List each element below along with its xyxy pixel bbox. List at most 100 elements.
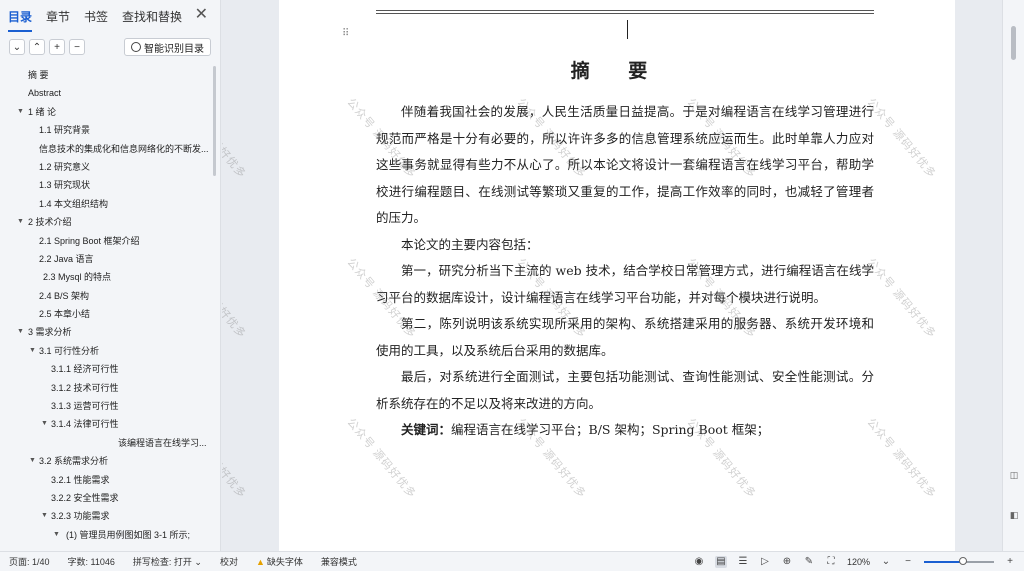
toc-list: 摘 要 Abstract ▼ 1 绪 论 1.1 研究背景信息技术的集成化和信息网络化的… — [0, 66, 214, 546]
toc-item-label: 摘 要 — [28, 70, 49, 80]
toc-item-label: (1) 管理员用例图如图 3-1 所示; — [66, 529, 191, 540]
add-level-button[interactable]: + — [49, 39, 65, 55]
toc-item[interactable]: 2.2 Java 语言 — [0, 250, 214, 268]
missing-font-button[interactable]: ▲ 缺失字体 — [247, 555, 312, 568]
expand-all-button[interactable]: ⌃ — [29, 39, 45, 55]
spellcheck-toggle[interactable]: 拼写检查: 打开 ⌄ — [124, 555, 211, 568]
toggle-arrow-icon[interactable]: ▼ — [41, 415, 48, 433]
toc-item[interactable]: ▼ 3.2 系统需求分析 — [0, 452, 214, 470]
pen-icon[interactable]: ✎ — [803, 556, 815, 568]
zoom-level[interactable]: 120% — [847, 557, 870, 567]
toc-item-label: 3.2.1 性能需求 — [51, 474, 110, 485]
toc-item[interactable]: 2.3 Mysql 的特点 — [0, 268, 214, 286]
panel-icon[interactable]: ◫ — [1009, 470, 1019, 480]
paragraph: 第一，研究分析当下主流的 web 技术，结合学校日常管理方式，进行编程语言在线学… — [376, 263, 874, 305]
toc-item[interactable]: 3.1.3 运营可行性 — [0, 397, 214, 415]
zoom-slider-knob[interactable] — [958, 556, 967, 565]
toc-item-label: 1.4 本文组织结构 — [39, 198, 109, 209]
toggle-arrow-icon[interactable]: ▼ — [17, 103, 24, 121]
watermark: 公众号 源码好优多 — [222, 96, 249, 181]
paragraph: 第二，陈列说明该系统实现所采用的架构、系统搭建采用的服务器、系统开发环境和使用的… — [376, 316, 874, 358]
zoom-in-icon[interactable]: + — [1004, 556, 1016, 568]
toggle-arrow-icon[interactable]: ▼ — [41, 507, 48, 525]
toc-item-label: 3.1.1 经济可行性 — [51, 364, 119, 375]
toc-item-label: 3.1.3 运营可行性 — [51, 401, 119, 412]
view-controls: ◉ ▤ ☰ ▷ ⊕ ✎ ⛶ 120% ⌄ − + — [693, 552, 1024, 571]
abstract-body: 伴随着我国社会的发展，人民生活质量日益提高。于是对编程语言在线学习管理进行规范而… — [376, 99, 874, 444]
zoom-slider[interactable] — [924, 556, 994, 565]
toc-item[interactable]: ▼ 3.1 可行性分析 — [0, 342, 214, 360]
toc-scrollbar[interactable] — [213, 66, 216, 176]
zoom-out-icon[interactable]: − — [902, 556, 914, 568]
panel-icon[interactable]: ◧ — [1009, 510, 1019, 520]
smart-toc-label: 智能识别目录 — [144, 43, 204, 55]
toc-item[interactable]: ▼ 3 需求分析 — [0, 323, 214, 341]
toc-item-label: 2.1 Spring Boot 框架介绍 — [39, 235, 140, 246]
toc-item[interactable]: 3.2.2 安全性需求 — [0, 489, 214, 507]
toc-item[interactable]: ▼ 3.1.4 法律可行性 — [0, 415, 214, 433]
paragraph: 最后，对系统进行全面测试，主要包括功能测试、查询性能测试、安全性能测试。分析系统… — [376, 369, 874, 411]
toc-item-label: 信息技术的集成化和信息网络化的不断发... — [39, 143, 209, 154]
toc-item[interactable]: 2.4 B/S 架构 — [0, 287, 214, 305]
toc-item[interactable]: ▼ (1) 管理员用例图如图 3-1 所示; — [0, 526, 214, 544]
smart-toc-button[interactable]: 智能识别目录 — [124, 38, 211, 56]
page-indicator[interactable]: 页面: 1/40 — [0, 555, 59, 568]
right-side-panel: ◫ ◧ — [1002, 0, 1024, 551]
close-icon[interactable]: ✕ — [195, 7, 208, 23]
toc-item-label: 该编程语言在线学习... — [118, 437, 207, 448]
web-view-icon[interactable]: ⊕ — [781, 556, 793, 568]
tab-bookmarks[interactable]: 书签 — [84, 6, 108, 27]
outline-view-icon[interactable]: ☰ — [737, 556, 749, 568]
toc-item[interactable]: ▼ 1 绪 论 — [0, 103, 214, 121]
toc-item[interactable]: 3.2.1 性能需求 — [0, 471, 214, 489]
toc-item[interactable]: 3.1.2 技术可行性 — [0, 379, 214, 397]
toc-item[interactable]: 1.3 研究现状 — [0, 176, 214, 194]
toc-item-label: 2.5 本章小结 — [39, 309, 91, 320]
toc-item[interactable]: ▼ 3.2.3 功能需求 — [0, 507, 214, 525]
tab-chapters[interactable]: 章节 — [46, 6, 70, 27]
word-count[interactable]: 字数: 11046 — [59, 555, 124, 568]
toggle-arrow-icon[interactable]: ▼ — [17, 323, 24, 341]
toc-item[interactable]: 3.1.1 经济可行性 — [0, 360, 214, 378]
eye-icon[interactable]: ◉ — [693, 556, 705, 568]
toc-toolbar: ⌄ ⌃ + − 智能识别目录 — [0, 32, 220, 62]
warning-icon: ▲ — [255, 557, 265, 567]
toggle-arrow-icon[interactable]: ▼ — [29, 452, 36, 470]
proofread-button[interactable]: 校对 — [211, 555, 247, 568]
toggle-arrow-icon[interactable]: ▼ — [29, 342, 36, 360]
toc-item[interactable]: 信息技术的集成化和信息网络化的不断发... — [0, 140, 214, 158]
toggle-arrow-icon[interactable]: ▼ — [17, 213, 24, 231]
toc-item-label: 2.4 B/S 架构 — [39, 290, 90, 301]
toggle-arrow-icon[interactable]: ▼ — [53, 526, 60, 544]
toc-item-label: Abstract — [28, 88, 62, 99]
toc-item-label: 3.1 可行性分析 — [39, 345, 100, 356]
tab-find-replace[interactable]: 查找和替换 — [122, 6, 182, 27]
nav-tabs: 目录 章节 书签 查找和替换 ✕ — [0, 0, 220, 32]
collapse-all-button[interactable]: ⌄ — [9, 39, 25, 55]
toc-item[interactable]: 2.1 Spring Boot 框架介绍 — [0, 232, 214, 250]
missing-font-label: 缺失字体 — [266, 557, 303, 567]
toc-item[interactable]: 1.4 本文组织结构 — [0, 195, 214, 213]
fit-page-icon[interactable]: ⛶ — [825, 556, 837, 568]
remove-level-button[interactable]: − — [69, 39, 85, 55]
toc-item-label: 2 技术介绍 — [28, 217, 72, 228]
keywords-text: 编程语言在线学习平台；B/S 架构；Spring Boot 框架； — [451, 422, 770, 437]
toc-item-label: 3.1.4 法律可行性 — [51, 419, 119, 430]
toc-item[interactable]: 摘 要 — [0, 66, 214, 84]
page-view-icon[interactable]: ▤ — [714, 555, 727, 568]
toc-item[interactable]: ▼ 2 技术介绍 — [0, 213, 214, 231]
header-rule — [376, 10, 874, 11]
toc-item-label: 3.2.3 功能需求 — [51, 511, 110, 522]
play-icon[interactable]: ▷ — [759, 556, 771, 568]
toc-item-label: 3.2 系统需求分析 — [39, 456, 109, 467]
toc-item[interactable]: Abstract — [0, 84, 214, 102]
drag-handle-icon[interactable]: ⠿ — [342, 28, 349, 39]
toc-item[interactable]: 1.1 研究背景 — [0, 121, 214, 139]
toc-item[interactable]: 1.2 研究意义 — [0, 158, 214, 176]
toc-item[interactable]: 该编程语言在线学习... — [0, 434, 214, 452]
tab-toc[interactable]: 目录 — [8, 6, 33, 32]
toc-item[interactable]: 2.5 本章小结 — [0, 305, 214, 323]
document-page[interactable]: ⠿ 摘 要 伴随着我国社会的发展，人民生活质量日益提高。于是对编程语言在线学习管… — [279, 0, 955, 551]
document-scrollbar[interactable] — [1011, 26, 1016, 60]
chevron-down-icon[interactable]: ⌄ — [880, 556, 892, 568]
